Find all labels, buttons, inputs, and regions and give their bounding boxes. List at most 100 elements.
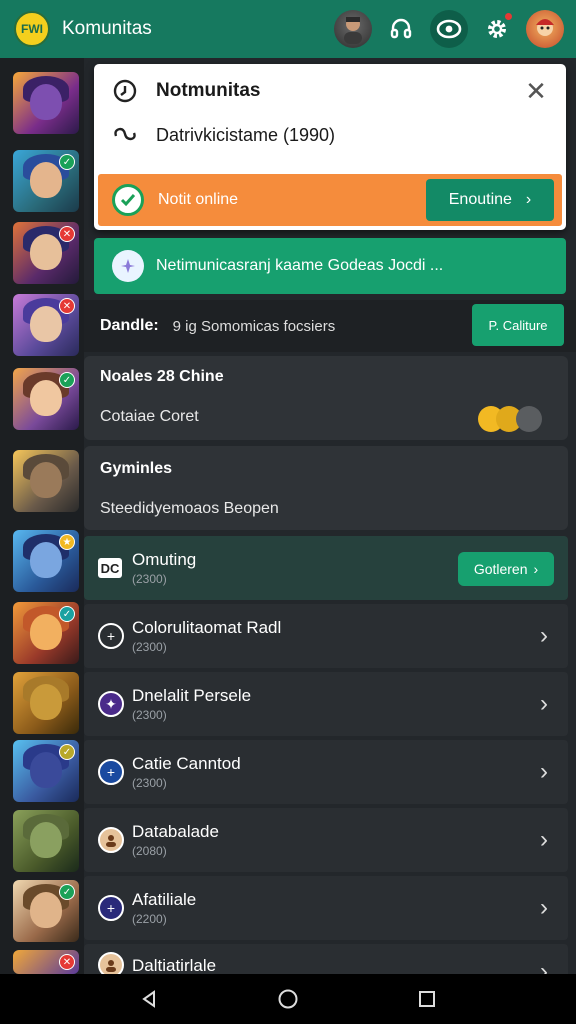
main-content: Notmunitas ✕ Datrivkicistame (1990) Noti… — [84, 58, 576, 974]
star-badge-icon: ★ — [59, 534, 75, 550]
list-item[interactable]: + Afatiliale (2200) › — [84, 876, 568, 940]
toggle-knob — [516, 406, 542, 432]
list-item-title: Databalade — [132, 822, 219, 841]
community-thumb[interactable]: ✕ — [13, 950, 79, 974]
popup-subtitle-row: Datrivkicistame (1990) — [112, 124, 335, 146]
card-heading: Noales 28 Chine — [100, 368, 224, 385]
headset-icon[interactable] — [382, 10, 420, 48]
coin-toggle[interactable] — [478, 404, 544, 434]
community-thumb[interactable]: ✕ — [13, 222, 79, 284]
recents-icon[interactable] — [407, 979, 447, 1019]
popup-title: Notmunitas — [156, 80, 261, 101]
list-item-count: (2200) — [132, 912, 167, 926]
info-banner[interactable]: Netimunicasranj kaame Godeas Jocdi ... — [94, 238, 566, 294]
list-item-title: Omuting — [132, 550, 197, 569]
community-thumb[interactable] — [13, 72, 79, 134]
list-item-title: Colorulitaomat Radl — [132, 618, 282, 637]
list-item-count: (2300) — [132, 708, 167, 722]
list-item-count: (2300) — [132, 640, 167, 654]
chevron-right-icon: › — [540, 622, 548, 649]
chevron-right-icon: › — [540, 690, 548, 717]
sparkle-icon — [112, 250, 144, 282]
community-thumb[interactable]: ✓ — [13, 602, 79, 664]
app-header: FWI Komunitas — [0, 0, 576, 58]
thumb-face — [30, 84, 62, 120]
list-item-title: Dnelalit Persele — [132, 686, 252, 705]
profile-avatar-icon[interactable] — [334, 10, 372, 48]
notification-popup: Notmunitas ✕ Datrivkicistame (1990) Noti… — [94, 64, 566, 230]
add-icon: + — [98, 759, 124, 785]
system-nav-bar — [0, 974, 576, 1024]
list-item-count: (2300) — [132, 776, 167, 790]
home-icon[interactable] — [268, 979, 308, 1019]
thumb-face — [30, 380, 62, 416]
community-rail: ✓ ✕ ✕ ✓ ★ ✓ ✓ ✓ ✕ — [0, 58, 84, 974]
bell-outline-icon — [113, 79, 137, 103]
chevron-right-icon: › — [540, 894, 548, 921]
community-thumb[interactable] — [13, 810, 79, 872]
list-item[interactable]: DC Omuting (2300) Gotleren › — [84, 536, 568, 600]
enroll-button[interactable]: Enoutine › — [426, 179, 554, 221]
chevron-right-icon: › — [525, 191, 532, 208]
community-thumb[interactable]: ✓ — [13, 880, 79, 942]
list-item-count: (2300) — [132, 572, 167, 586]
app-logo[interactable]: FWI — [14, 11, 50, 47]
list-item-title: Catie Canntod — [132, 754, 241, 773]
gear-icon[interactable] — [478, 10, 516, 48]
header-actions — [334, 10, 564, 48]
list-item[interactable]: Daltiatirlale › — [84, 944, 568, 974]
check-badge-icon: ✓ — [59, 884, 75, 900]
info-card: Gyminles Steedidyemoaos Beopen — [84, 446, 568, 530]
link-icon — [114, 127, 136, 141]
plus-icon: + — [98, 895, 124, 921]
notification-dot — [504, 12, 513, 21]
list-item[interactable]: + Catie Canntod (2300) › — [84, 740, 568, 804]
dc-icon: DC — [98, 558, 122, 578]
community-thumb[interactable]: ✓ — [13, 740, 79, 802]
info-card: Noales 28 Chine Cotaiae Coret — [84, 356, 568, 440]
card-text: Cotaiae Coret — [100, 408, 199, 425]
community-thumb[interactable]: ✕ — [13, 294, 79, 356]
follow-button[interactable]: Gotleren › — [458, 552, 554, 586]
enroll-button-label: Enoutine — [448, 191, 512, 208]
person-icon — [98, 827, 124, 853]
thumb-face — [30, 752, 62, 788]
list-item[interactable]: ✦ Dnelalit Persele (2300) › — [84, 672, 568, 736]
card-heading: Gyminles — [100, 460, 173, 477]
thumb-face — [30, 822, 62, 858]
community-thumb[interactable]: ✓ — [13, 368, 79, 430]
list-item-count: (2080) — [132, 844, 167, 858]
handle-button[interactable]: P. Caliture — [472, 304, 564, 346]
status-bar: Notit online Enoutine › — [98, 174, 562, 226]
chevron-right-icon: › — [540, 958, 548, 974]
list-item-title: Afatiliale — [132, 890, 197, 909]
plus-icon: + — [98, 623, 124, 649]
thumb-face — [30, 462, 62, 498]
status-label: Notit online — [158, 191, 239, 208]
close-icon[interactable]: ✕ — [524, 78, 548, 104]
chevron-right-icon: › — [533, 561, 539, 577]
community-thumb[interactable] — [13, 450, 79, 512]
user-avatar-icon[interactable] — [526, 10, 564, 48]
back-icon[interactable] — [129, 979, 169, 1019]
thumb-face — [30, 162, 62, 198]
community-thumb[interactable] — [13, 672, 79, 734]
handle-key: Dandle: — [100, 317, 159, 334]
chevron-right-icon: › — [540, 758, 548, 785]
list-item[interactable]: + Colorulitaomat Radl (2300) › — [84, 604, 568, 668]
check-badge-icon: ✓ — [59, 744, 75, 760]
follow-button-label: Gotleren — [473, 561, 528, 577]
thumb-face — [30, 892, 62, 928]
list-item[interactable]: Databalade (2080) › — [84, 808, 568, 872]
person-icon — [98, 952, 124, 974]
community-thumb[interactable]: ★ — [13, 530, 79, 592]
community-thumb[interactable]: ✓ — [13, 150, 79, 212]
check-circle-icon — [112, 184, 144, 216]
star-icon: ✦ — [98, 691, 124, 717]
card-text: Steedidyemoaos Beopen — [100, 500, 279, 517]
handle-row: Dandle: 9 ig Somomicas focsiers P. Calit… — [84, 300, 576, 352]
popup-header: Notmunitas — [112, 78, 261, 104]
list-item-title: Daltiatirlale — [132, 956, 217, 974]
eye-icon[interactable] — [430, 10, 468, 48]
handle-value: 9 ig Somomicas focsiers — [172, 317, 336, 335]
